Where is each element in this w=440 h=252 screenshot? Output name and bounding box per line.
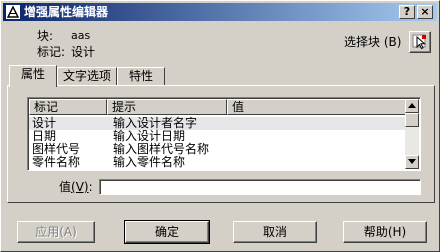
block-label: 块:	[37, 29, 54, 43]
help-title-button[interactable]: ?	[399, 5, 415, 19]
tab-attributes[interactable]: 属性	[9, 65, 57, 87]
column-header-value[interactable]: 值	[227, 99, 407, 115]
select-block-label: 选择块 (B)	[344, 35, 402, 49]
select-block-button[interactable]	[409, 31, 431, 53]
close-title-button[interactable]: ×	[417, 5, 433, 19]
title-bar[interactable]: 增强属性编辑器 ? ×	[3, 3, 437, 21]
scroll-thumb[interactable]	[405, 113, 419, 127]
apply-button[interactable]: 应用(A)	[17, 221, 95, 243]
enhanced-attribute-editor-dialog: 增强属性编辑器 ? × 块: aas 标记: 设计 选择块 (B) 属性 文字选…	[0, 0, 440, 252]
list-header: 标记 提示 值	[29, 99, 407, 115]
tab-text-options[interactable]: 文字选项	[57, 67, 117, 85]
attribute-list[interactable]: 标记 提示 值 设计 输入设计者名字 日期 输入设计日期 图样代号 输入图样代号…	[27, 97, 421, 171]
scroll-down-button[interactable]	[405, 155, 419, 169]
ok-button[interactable]: 确定	[124, 220, 210, 244]
column-header-prompt[interactable]: 提示	[107, 99, 227, 115]
list-item[interactable]: 日期 输入设计日期	[29, 130, 407, 143]
list-item[interactable]: 零件名称 输入零件名称	[29, 156, 407, 169]
value-label: 值(V):	[59, 180, 93, 194]
list-item[interactable]: 设计 输入设计者名字	[29, 117, 407, 130]
app-icon	[6, 5, 20, 19]
column-header-tag[interactable]: 标记	[29, 99, 107, 115]
cell-tag: 零件名称	[32, 155, 81, 169]
scroll-up-button[interactable]	[405, 99, 419, 113]
help-button[interactable]: 帮助(H)	[343, 221, 427, 243]
tab-properties[interactable]: 特性	[117, 67, 165, 85]
cancel-button[interactable]: 取消	[233, 221, 317, 243]
tag-value: 设计	[71, 45, 96, 59]
list-item[interactable]: 图样代号 输入图样代号名称	[29, 143, 407, 156]
value-input[interactable]	[99, 179, 421, 195]
cell-prompt: 输入零件名称	[113, 155, 186, 169]
window-title: 增强属性编辑器	[24, 5, 109, 19]
block-name: aas	[71, 29, 91, 42]
tag-label: 标记:	[37, 45, 66, 59]
vertical-scrollbar[interactable]	[405, 99, 419, 169]
arrow-down-icon	[408, 158, 416, 166]
arrow-up-icon	[408, 102, 416, 110]
